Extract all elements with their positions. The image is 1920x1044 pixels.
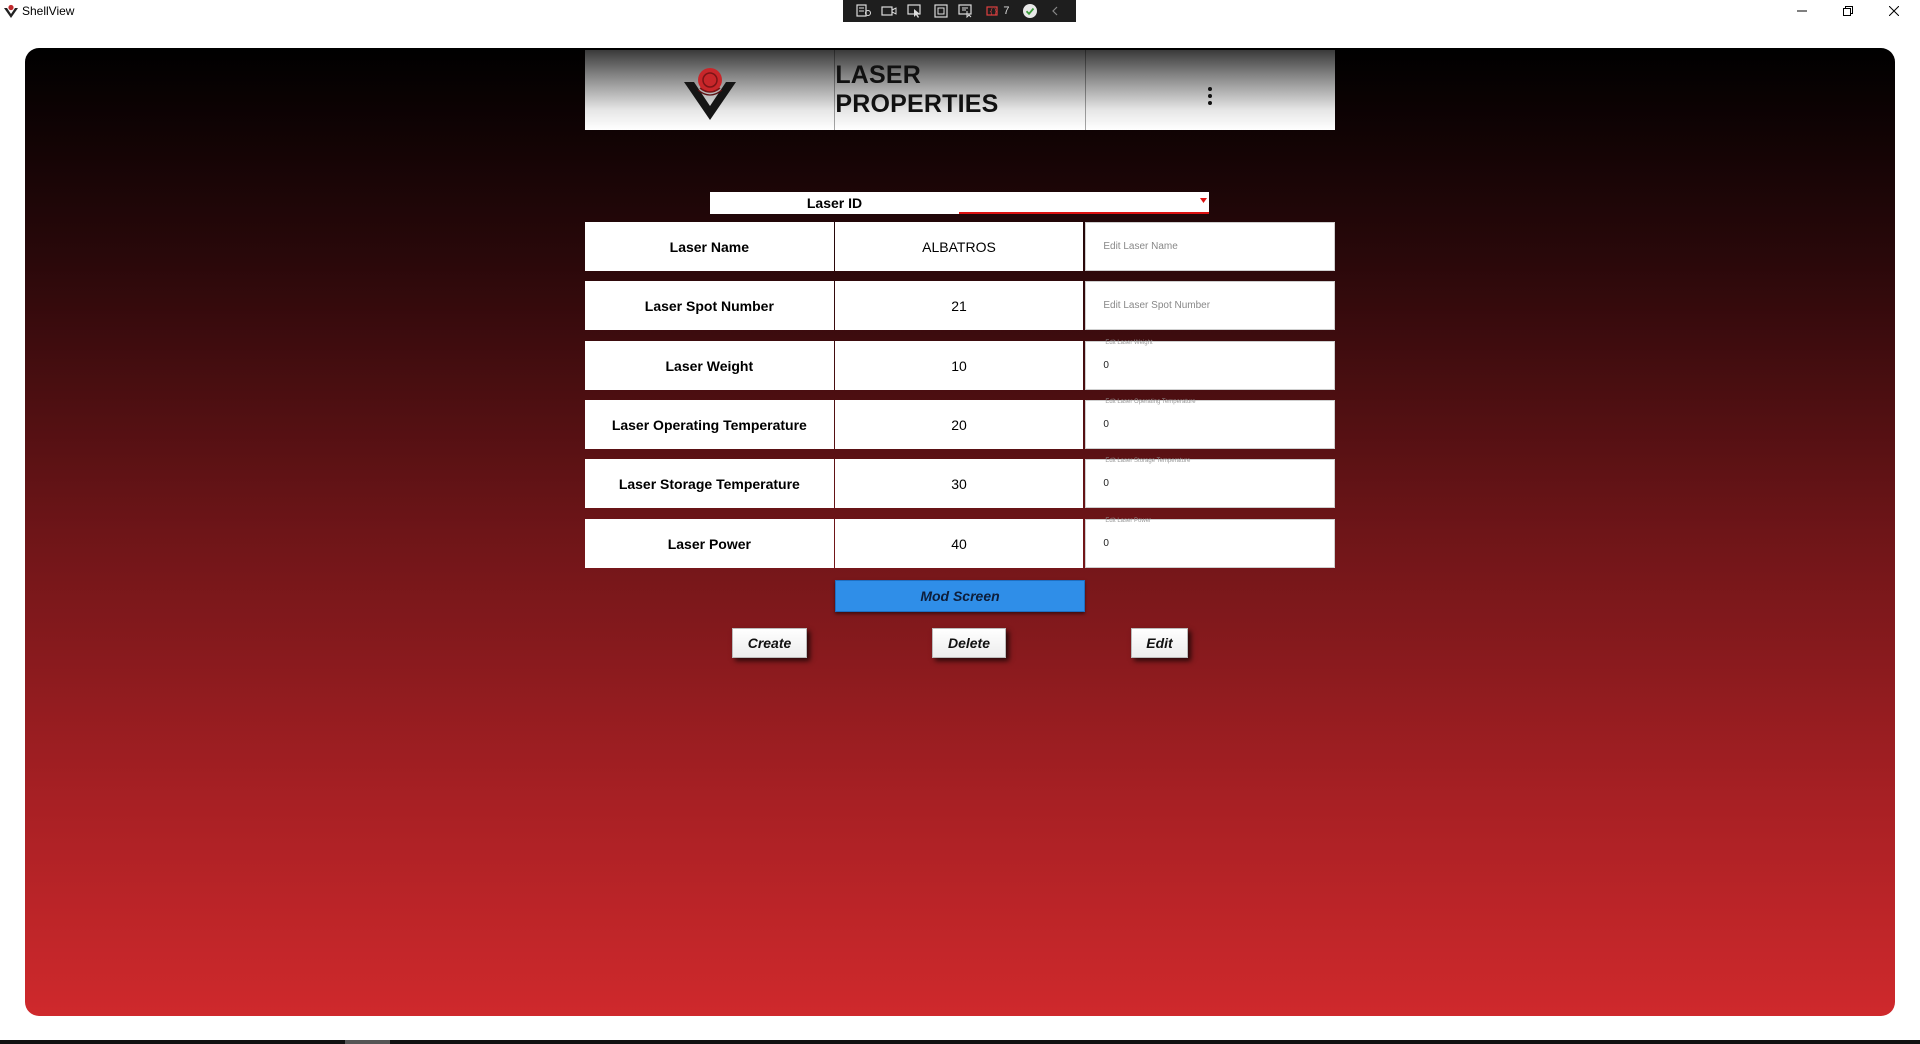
edit-laser-operating-temperature-input[interactable] xyxy=(1086,401,1335,448)
delete-button[interactable]: Delete xyxy=(932,628,1006,658)
row-label: Laser Spot Number xyxy=(585,281,834,330)
row-current-value: 21 xyxy=(834,281,1084,330)
main-window: LASER PROPERTIES Laser ID Laser Name ALB… xyxy=(25,48,1895,1016)
page-header: LASER PROPERTIES xyxy=(585,50,1335,130)
mod-screen-button[interactable]: Mod Screen xyxy=(835,580,1085,612)
row-label: Laser Operating Temperature xyxy=(585,400,834,449)
row-current-value: 40 xyxy=(834,519,1084,568)
row-current-value: ALBATROS xyxy=(834,222,1084,271)
laser-id-dropdown[interactable] xyxy=(959,192,1209,214)
window-titlebar: ShellView {} 7 xyxy=(0,0,1920,24)
select-element-icon[interactable] xyxy=(906,3,924,19)
close-icon xyxy=(1889,6,1899,16)
edit-laser-name-field[interactable] xyxy=(1085,222,1336,271)
edit-laser-storage-temperature-input[interactable] xyxy=(1086,460,1335,507)
row-laser-name: Laser Name ALBATROS xyxy=(585,222,1336,271)
minimize-button[interactable] xyxy=(1780,0,1824,22)
collapse-toolbar-icon[interactable] xyxy=(1046,3,1064,19)
app-logo-icon xyxy=(4,4,18,18)
edit-float-label: Edit Laser Storage Temperature xyxy=(1105,458,1191,464)
page-title: LASER PROPERTIES xyxy=(835,61,999,118)
laser-id-row: Laser ID xyxy=(710,192,1209,214)
edit-laser-power-input[interactable] xyxy=(1086,520,1335,567)
row-current-value: 10 xyxy=(834,341,1084,390)
restore-icon xyxy=(1843,6,1853,16)
edit-laser-name-input[interactable] xyxy=(1086,223,1335,270)
header-logo-cell xyxy=(585,50,834,130)
track-focus-icon[interactable] xyxy=(957,3,975,19)
edit-laser-spot-number-input[interactable] xyxy=(1086,282,1335,329)
header-title-cell: LASER PROPERTIES xyxy=(834,50,1084,130)
row-label: Laser Weight xyxy=(585,341,834,390)
chevron-down-icon xyxy=(1200,198,1207,203)
edit-laser-power-field[interactable]: Edit Laser Power xyxy=(1085,518,1336,568)
taskbar-edge xyxy=(0,1040,1920,1044)
live-visual-tree-icon[interactable] xyxy=(855,3,873,19)
svg-text:{}: {} xyxy=(989,8,998,16)
binding-failures-icon[interactable]: {} 7 xyxy=(983,3,1013,19)
edit-button[interactable]: Edit xyxy=(1131,628,1188,658)
display-layout-icon[interactable] xyxy=(932,3,950,19)
company-logo-icon xyxy=(683,68,736,120)
row-current-value: 20 xyxy=(834,400,1084,449)
edit-float-label: Edit Laser Operating Temperature xyxy=(1105,399,1196,405)
window-title: ShellView xyxy=(22,4,75,18)
row-label: Laser Name xyxy=(585,222,834,271)
more-options-icon[interactable] xyxy=(1200,81,1220,111)
hot-reload-ok-icon[interactable] xyxy=(1021,3,1039,19)
edit-float-label: Edit Laser Power xyxy=(1105,518,1152,524)
laser-id-label: Laser ID xyxy=(710,192,959,214)
restore-button[interactable] xyxy=(1826,0,1870,22)
row-laser-storage-temperature: Laser Storage Temperature 30 Edit Laser … xyxy=(585,458,1336,508)
row-label: Laser Power xyxy=(585,519,834,568)
record-icon[interactable] xyxy=(880,3,898,19)
edit-float-label: Edit Laser Weight xyxy=(1105,340,1153,346)
edit-laser-spot-number-field[interactable] xyxy=(1085,281,1336,330)
edit-laser-weight-input[interactable] xyxy=(1086,342,1335,389)
edit-laser-weight-field[interactable]: Edit Laser Weight xyxy=(1085,340,1336,390)
edit-laser-storage-temperature-field[interactable]: Edit Laser Storage Temperature xyxy=(1085,458,1336,508)
header-menu-cell xyxy=(1084,50,1335,130)
row-laser-power: Laser Power 40 Edit Laser Power xyxy=(585,518,1336,568)
row-label: Laser Storage Temperature xyxy=(585,459,834,508)
row-current-value: 30 xyxy=(834,459,1084,508)
create-button[interactable]: Create xyxy=(732,628,807,658)
debug-toolbar: {} 7 xyxy=(843,0,1076,22)
close-button[interactable] xyxy=(1872,0,1916,22)
row-laser-spot-number: Laser Spot Number 21 xyxy=(585,281,1336,330)
edit-laser-operating-temperature-field[interactable]: Edit Laser Operating Temperature xyxy=(1085,399,1336,449)
row-laser-weight: Laser Weight 10 Edit Laser Weight xyxy=(585,340,1336,390)
binding-failures-count: 7 xyxy=(1003,5,1010,17)
row-laser-operating-temperature: Laser Operating Temperature 20 Edit Lase… xyxy=(585,399,1336,449)
minimize-icon xyxy=(1797,10,1807,12)
